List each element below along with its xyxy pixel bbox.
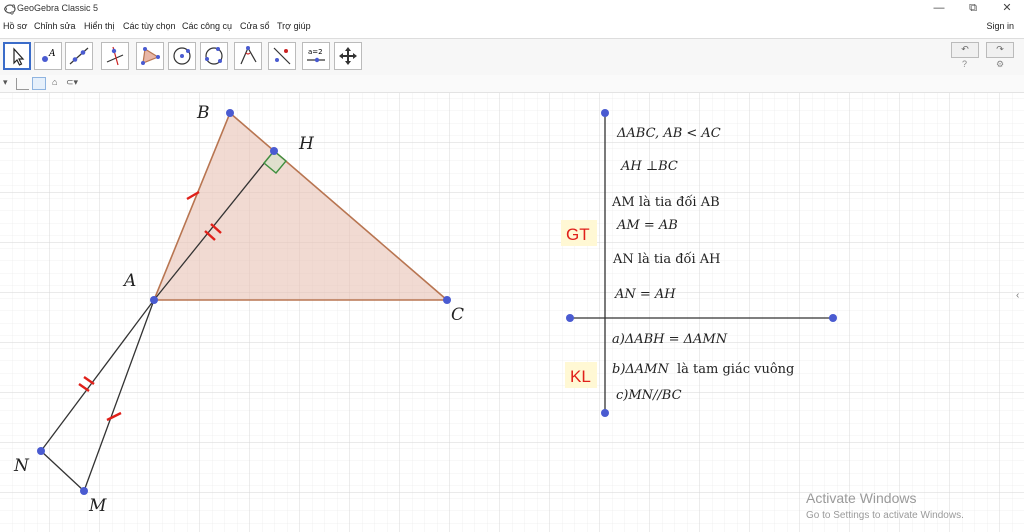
point-capture-icon[interactable]: ⊂▾: [66, 77, 78, 88]
close-button[interactable]: ✕: [992, 0, 1022, 18]
polygon-icon: [141, 47, 160, 65]
grid-background: [0, 93, 1024, 532]
title-bar: GeoGebra Classic 5 — ⧉ ✕: [0, 0, 1024, 19]
gt-line-5[interactable]: AN là tia đối AH: [612, 251, 721, 267]
polygon-tool-button[interactable]: [136, 42, 164, 70]
gt-line-4[interactable]: AM = AB: [616, 218, 678, 233]
home-icon[interactable]: ⌂: [52, 77, 57, 87]
slider-tool-button[interactable]: a=2: [302, 42, 330, 70]
point-tool-button[interactable]: A: [34, 42, 62, 70]
kl-label[interactable]: KL: [570, 367, 591, 386]
point-icon: A: [42, 49, 56, 62]
line-icon: [69, 47, 89, 65]
circle-three-points-icon: [205, 47, 223, 65]
circle-center-tool-button[interactable]: [168, 42, 196, 70]
point-b[interactable]: [226, 109, 234, 117]
window-title: GeoGebra Classic 5: [17, 3, 99, 13]
menu-window[interactable]: Cửa sổ: [240, 21, 270, 31]
point-c[interactable]: [443, 296, 451, 304]
cursor-arrow-icon: [13, 47, 25, 66]
circle-three-points-tool-button[interactable]: [200, 42, 228, 70]
menu-bar: Hồ sơ Chỉnh sửa Hiển thị Các tùy chọn Cá…: [0, 18, 1024, 36]
gt-line-1[interactable]: ΔABC, AB < AC: [616, 126, 721, 141]
label-h: H: [298, 134, 315, 154]
activate-windows-subtitle: Go to Settings to activate Windows.: [806, 510, 964, 521]
slider-icon: a=2: [307, 48, 325, 63]
point-h[interactable]: [270, 147, 278, 155]
menu-view[interactable]: Hiển thị: [84, 21, 115, 31]
label-m: M: [88, 496, 107, 516]
frame-point-top[interactable]: [601, 109, 609, 117]
point-n[interactable]: [37, 447, 45, 455]
label-c: C: [451, 305, 464, 325]
frame-point-left[interactable]: [566, 314, 574, 322]
perpendicular-line-icon: [106, 46, 124, 66]
sign-in-link[interactable]: Sign in: [986, 21, 1014, 31]
circle-center-icon: [173, 47, 191, 65]
angle-icon: [240, 46, 257, 65]
frame-point-bottom[interactable]: [601, 409, 609, 417]
menu-tools[interactable]: Các công cụ: [182, 21, 232, 31]
menu-help[interactable]: Trợ giúp: [277, 21, 311, 31]
slider-label: a=2: [308, 48, 323, 56]
kl-line-b-text[interactable]: là tam giác vuông: [677, 362, 794, 377]
gt-line-2[interactable]: AH ⊥BC: [620, 159, 678, 174]
gt-label[interactable]: GT: [566, 225, 590, 244]
style-bar: ▾ ⌂ ⊂▾: [0, 75, 1024, 93]
restore-button[interactable]: ⧉: [958, 0, 988, 18]
move-cross-icon: [339, 47, 357, 65]
axes-toggle-icon[interactable]: [16, 78, 29, 90]
toolbar: A a=2 ↶ ↷ ? ⚙: [0, 38, 1024, 76]
undo-button[interactable]: ↶: [951, 42, 979, 58]
reflect-tool-button[interactable]: [268, 42, 296, 70]
gt-line-6[interactable]: AN = AH: [614, 287, 676, 302]
line-tool-button[interactable]: [65, 42, 93, 70]
graphics-view[interactable]: B H A C N M GT KL ΔABC, AB < AC AH ⊥BC A…: [0, 93, 1024, 532]
settings-icon[interactable]: ⚙: [996, 59, 1004, 70]
reflect-icon: [273, 47, 291, 65]
activate-windows-title: Activate Windows: [806, 490, 917, 506]
redo-button[interactable]: ↷: [986, 42, 1014, 58]
kl-line-a[interactable]: a)ΔABH = ΔAMN: [612, 332, 728, 347]
label-n: N: [13, 456, 30, 476]
grid-toggle-icon[interactable]: [32, 77, 46, 90]
kl-line-b[interactable]: b)ΔAMN: [612, 362, 669, 377]
help-icon[interactable]: ?: [962, 59, 967, 69]
kl-line-c[interactable]: c)MN//BC: [616, 388, 682, 403]
menu-file[interactable]: Hồ sơ: [3, 21, 27, 31]
move-tool-button[interactable]: [3, 42, 31, 70]
panel-expand-icon[interactable]: ‹: [1016, 290, 1019, 301]
menu-options[interactable]: Các tùy chọn: [123, 21, 176, 31]
collapse-triangle-icon[interactable]: ▾: [3, 77, 8, 88]
point-m[interactable]: [80, 487, 88, 495]
menu-edit[interactable]: Chỉnh sửa: [34, 21, 76, 31]
gt-line-3[interactable]: AM là tia đối AB: [611, 194, 720, 210]
angle-tool-button[interactable]: [234, 42, 262, 70]
geogebra-logo-icon: [4, 4, 16, 15]
label-a: A: [122, 271, 136, 291]
svg-text:A: A: [48, 49, 56, 59]
label-b: B: [196, 103, 210, 123]
move-graphics-tool-button[interactable]: [334, 42, 362, 70]
point-a[interactable]: [150, 296, 158, 304]
frame-point-right[interactable]: [829, 314, 837, 322]
perpendicular-tool-button[interactable]: [101, 42, 129, 70]
minimize-button[interactable]: —: [924, 0, 954, 18]
